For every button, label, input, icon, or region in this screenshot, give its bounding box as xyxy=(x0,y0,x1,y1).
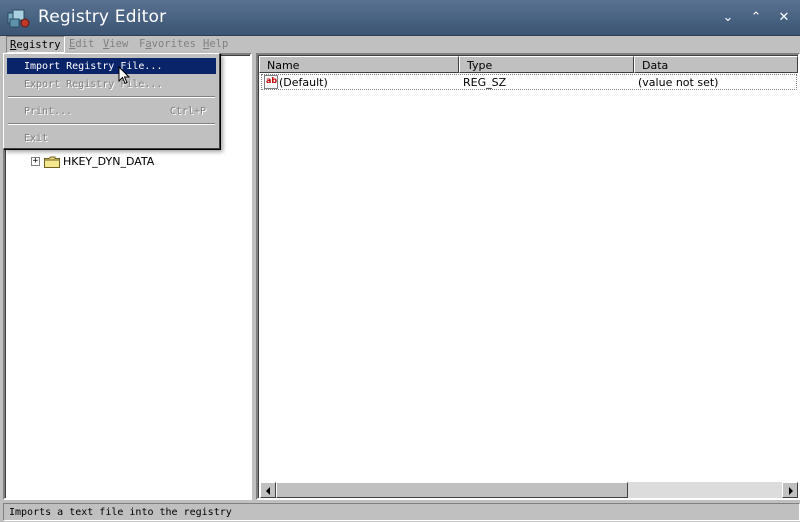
registry-editor-icon xyxy=(7,9,30,28)
menu-favorites[interactable]: Favorites xyxy=(139,38,196,50)
status-text: Imports a text file into the registry xyxy=(9,507,232,518)
status-bar: Imports a text file into the registry xyxy=(3,503,800,521)
mouse-cursor-icon xyxy=(118,66,131,85)
value-list-pane[interactable]: Name Type Data ab (Default) REG_SZ (valu… xyxy=(256,53,800,500)
right-arrow-icon xyxy=(789,487,793,495)
menu-edit[interactable]: Edit xyxy=(69,38,94,50)
registry-menu-dropdown: Import Registry File... Export Registry … xyxy=(3,53,220,149)
menu-view[interactable]: View xyxy=(103,38,128,50)
scrollbar-thumb[interactable] xyxy=(276,482,628,498)
menu-item-import-registry-file[interactable]: Import Registry File... xyxy=(7,58,216,74)
menu-bar: Registry Edit View Favorites Help xyxy=(0,36,800,53)
menu-separator xyxy=(8,123,215,125)
value-name: (Default) xyxy=(279,76,328,89)
column-header-name[interactable]: Name xyxy=(259,56,459,73)
minimize-icon[interactable]: ⌄ xyxy=(719,9,737,27)
value-type: REG_SZ xyxy=(463,76,507,89)
menu-item-print[interactable]: Print... Ctrl+P xyxy=(7,103,216,119)
column-header-data[interactable]: Data xyxy=(634,56,798,73)
menu-help[interactable]: Help xyxy=(203,38,228,50)
horizontal-scrollbar[interactable] xyxy=(260,482,798,498)
menu-separator xyxy=(8,96,215,98)
string-value-icon: ab xyxy=(264,75,278,89)
print-label: Print... xyxy=(24,106,73,117)
maximize-icon[interactable]: ⌃ xyxy=(747,9,765,27)
list-row[interactable]: ab (Default) REG_SZ (value not set) xyxy=(261,74,797,90)
title-bar[interactable]: Registry Editor ⌄ ⌃ ✕ xyxy=(0,0,800,36)
tree-node-label: HKEY_DYN_DATA xyxy=(63,155,155,168)
print-shortcut: Ctrl+P xyxy=(169,106,206,117)
left-arrow-icon xyxy=(266,487,270,495)
value-data: (value not set) xyxy=(638,76,719,89)
menu-item-export-registry-file[interactable]: Export Registry File... xyxy=(7,76,216,92)
scroll-left-button[interactable] xyxy=(260,482,276,498)
scroll-right-button[interactable] xyxy=(782,482,798,498)
menu-item-exit[interactable]: Exit xyxy=(7,130,216,146)
close-icon[interactable]: ✕ xyxy=(775,9,793,27)
menu-registry[interactable]: Registry xyxy=(6,36,65,53)
column-header-type[interactable]: Type xyxy=(459,56,634,73)
folder-icon xyxy=(44,156,60,168)
expand-icon[interactable]: + xyxy=(31,157,40,166)
window-title: Registry Editor xyxy=(38,7,167,27)
